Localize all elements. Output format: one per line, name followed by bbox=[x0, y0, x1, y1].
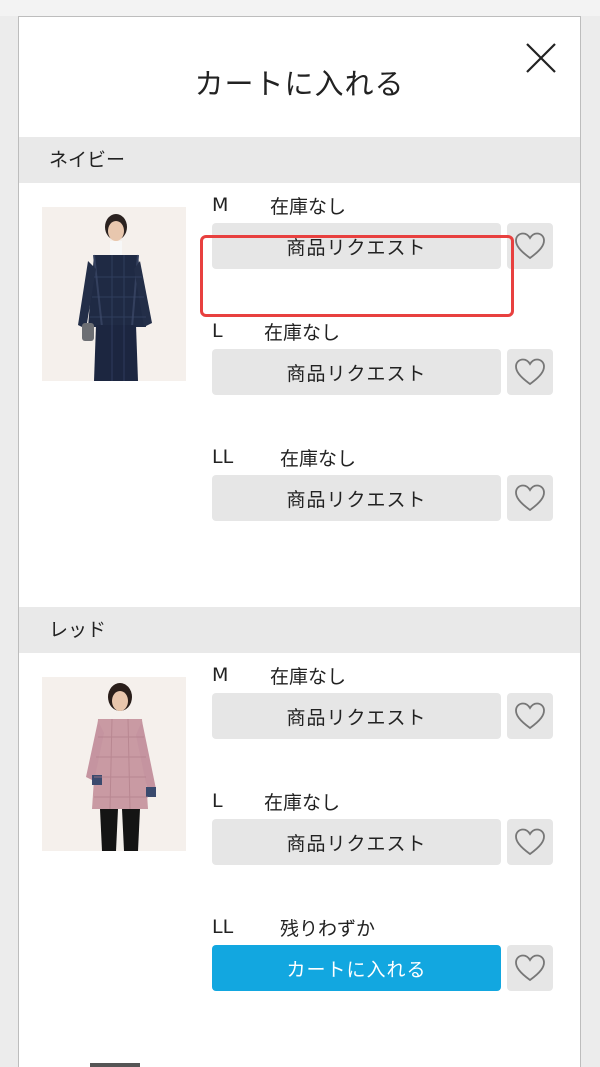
size-label: L bbox=[212, 320, 223, 342]
heart-icon bbox=[515, 232, 545, 260]
heart-icon bbox=[515, 358, 545, 386]
favorite-button[interactable] bbox=[507, 945, 553, 991]
color-body: M 在庫なし 商品リクエスト L 在庫なし 商品リクエスト bbox=[19, 653, 580, 1067]
heart-icon bbox=[515, 484, 545, 512]
close-button[interactable] bbox=[524, 41, 558, 75]
stock-status: 在庫なし bbox=[264, 321, 341, 344]
color-section-navy: ネイビー M 在庫なし 商品リクエスト L 在庫なし 商品リクエスト LL 在庫… bbox=[19, 137, 580, 607]
model-figure-navy bbox=[42, 207, 186, 381]
backdrop bbox=[0, 0, 600, 16]
stock-status: 残りわずか bbox=[280, 917, 376, 940]
size-row-navy-l: L 在庫なし 商品リクエスト bbox=[212, 319, 555, 395]
product-image-red[interactable] bbox=[42, 677, 186, 851]
stock-status: 在庫なし bbox=[270, 665, 347, 688]
favorite-button[interactable] bbox=[507, 693, 553, 739]
favorite-button[interactable] bbox=[507, 819, 553, 865]
favorite-button[interactable] bbox=[507, 475, 553, 521]
color-header: ネイビー bbox=[19, 137, 580, 183]
size-row-navy-ll: LL 在庫なし 商品リクエスト bbox=[212, 445, 555, 521]
size-row-red-ll: LL 残りわずか カートに入れる bbox=[212, 915, 555, 991]
color-body: M 在庫なし 商品リクエスト L 在庫なし 商品リクエスト bbox=[19, 183, 580, 607]
stock-status: 在庫なし bbox=[270, 195, 347, 218]
product-request-button[interactable]: 商品リクエスト bbox=[212, 349, 501, 395]
scroll-indicator bbox=[90, 1063, 140, 1067]
color-header: レッド bbox=[19, 607, 580, 653]
size-label: LL bbox=[212, 916, 234, 938]
add-to-cart-modal: カートに入れる ネイビー M 在庫なし 商品リクエスト L 在庫なし 商品リクエ… bbox=[18, 16, 581, 1067]
heart-icon bbox=[515, 828, 545, 856]
size-label: M bbox=[212, 664, 229, 686]
stock-status: 在庫なし bbox=[280, 447, 357, 470]
product-request-button[interactable]: 商品リクエスト bbox=[212, 819, 501, 865]
add-to-cart-button[interactable]: カートに入れる bbox=[212, 945, 501, 991]
model-figure-red bbox=[42, 677, 186, 851]
color-section-red: レッド M 在庫なし 商品リクエスト L 在庫なし 商品リクエスト LL 残りわ… bbox=[19, 607, 580, 1067]
close-icon bbox=[526, 43, 556, 73]
product-request-button[interactable]: 商品リクエスト bbox=[212, 223, 501, 269]
size-label: L bbox=[212, 790, 223, 812]
product-image-navy[interactable] bbox=[42, 207, 186, 381]
favorite-button[interactable] bbox=[507, 223, 553, 269]
product-request-button[interactable]: 商品リクエスト bbox=[212, 475, 501, 521]
size-label: M bbox=[212, 194, 229, 216]
size-row-red-l: L 在庫なし 商品リクエスト bbox=[212, 789, 555, 865]
heart-icon bbox=[515, 954, 545, 982]
size-row-navy-m: M 在庫なし 商品リクエスト bbox=[212, 193, 555, 269]
size-label: LL bbox=[212, 446, 234, 468]
size-row-red-m: M 在庫なし 商品リクエスト bbox=[212, 663, 555, 739]
modal-header: カートに入れる bbox=[19, 17, 580, 137]
favorite-button[interactable] bbox=[507, 349, 553, 395]
product-request-button[interactable]: 商品リクエスト bbox=[212, 693, 501, 739]
heart-icon bbox=[515, 702, 545, 730]
modal-title: カートに入れる bbox=[194, 67, 405, 101]
stock-status: 在庫なし bbox=[264, 791, 341, 814]
